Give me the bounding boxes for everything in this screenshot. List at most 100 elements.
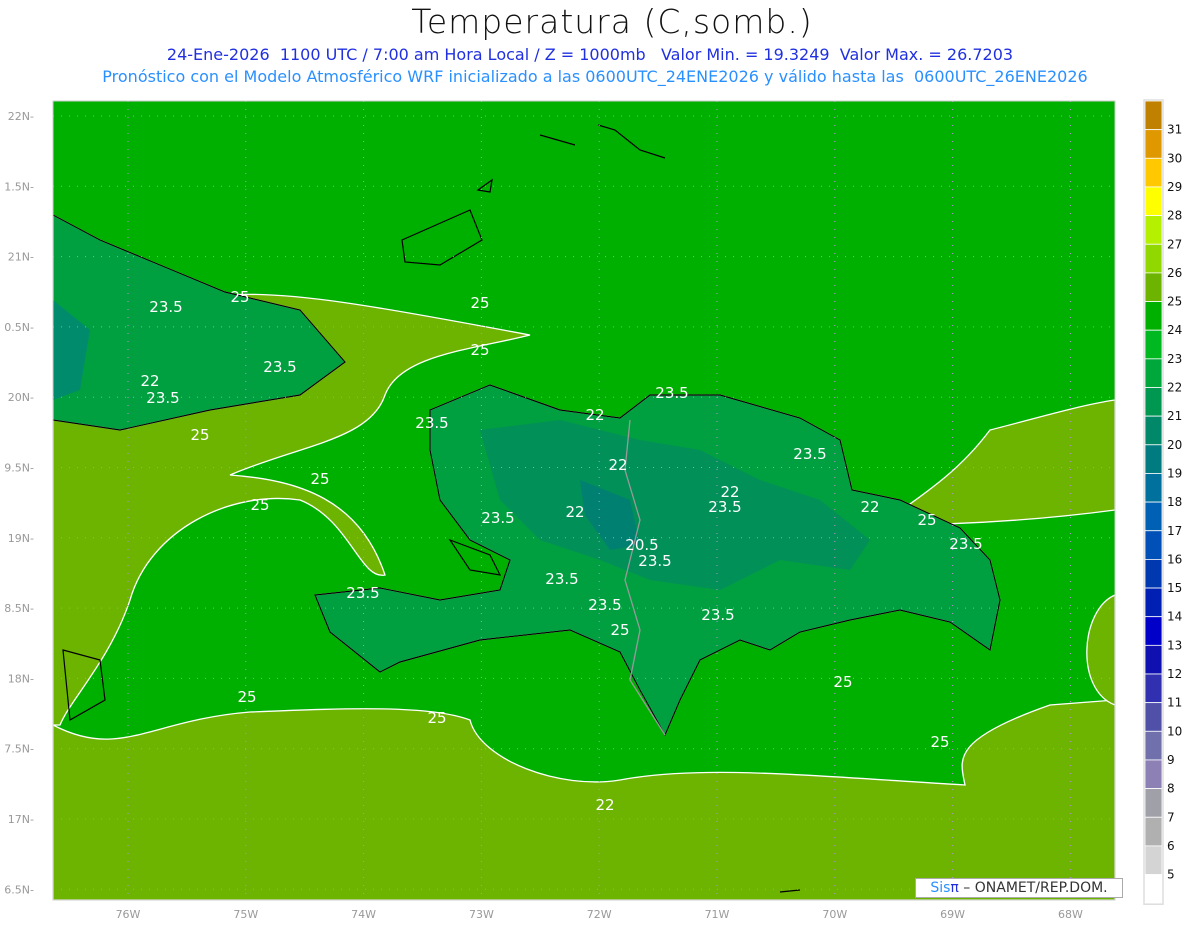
contour-label: 23.5	[149, 298, 182, 316]
colorbar: 31 30 29 28 27 26 25 24 23 22 21 20 19 18 17 16 15 14 13 12…	[1143, 99, 1182, 905]
contour-label: 23.5	[588, 596, 621, 614]
colorbar-label: 10	[1167, 724, 1182, 738]
colorbar-label: 29	[1167, 180, 1182, 194]
contour-label: 25	[470, 294, 489, 312]
contour-label: 23.5	[793, 445, 826, 463]
colorbar-label: 11	[1167, 696, 1182, 710]
contour-label: 23.5	[415, 414, 448, 432]
contour-label: 23.5	[481, 509, 514, 527]
lat-tick-label: 20N	[8, 391, 30, 404]
contour-label: 22	[565, 503, 584, 521]
colorbar-swatch	[1144, 415, 1163, 446]
colorbar-swatch	[1144, 530, 1163, 560]
map-title: Temperatura (C,somb.)	[411, 2, 813, 41]
valid-time-subtitle: 24-Ene-2026 1100 UTC / 7:00 am Hora Loca…	[166, 45, 1014, 64]
colorbar-swatch	[1144, 215, 1163, 245]
lon-tick-label: 69W	[940, 908, 965, 921]
contour-label: 22	[860, 498, 879, 516]
lat-tick-label: 17N	[8, 813, 30, 826]
lat-tick-mark: -	[30, 180, 34, 193]
contour-label: 23.5	[638, 552, 671, 570]
colorbar-label: 16	[1167, 552, 1182, 566]
colorbar-swatch	[1144, 272, 1163, 302]
colorbar-label: 26	[1167, 266, 1182, 280]
contour-label: 23.5	[346, 584, 379, 602]
temperature-map: 2523.5 25252223.523.52523.5252523.5222223…	[4, 99, 1182, 921]
lat-tick-label: 6.5N	[4, 883, 30, 896]
lat-tick-mark: -	[30, 462, 34, 475]
colorbar-swatch	[1144, 329, 1163, 360]
lat-tick-label: 8.5N	[4, 602, 30, 615]
lat-tick-mark: -	[30, 602, 34, 615]
contour-label: 23.5	[146, 389, 179, 407]
colorbar-swatch	[1144, 243, 1163, 274]
lon-tick-label: 70W	[822, 908, 847, 921]
lon-tick-label: 71W	[705, 908, 730, 921]
contour-label: 22	[608, 456, 627, 474]
colorbar-swatch	[1144, 157, 1163, 188]
colorbar-swatch	[1144, 444, 1163, 474]
colorbar-swatch	[1144, 473, 1163, 503]
colorbar-swatch	[1144, 186, 1163, 216]
contour-label: 25	[930, 733, 949, 751]
sispi-logo-sis: Sis	[930, 880, 951, 896]
colorbar-label: 24	[1167, 323, 1182, 337]
colorbar-swatch	[1144, 845, 1163, 875]
colorbar-swatch	[1144, 301, 1163, 331]
colorbar-label: 22	[1167, 381, 1182, 395]
model-info-subtitle: Pronóstico con el Modelo Atmosférico WRF…	[102, 67, 1088, 86]
colorbar-swatch	[1144, 100, 1163, 131]
lat-tick-label: 1.5N	[4, 180, 30, 193]
lon-tick-label: 68W	[1058, 908, 1083, 921]
colorbar-label: 21	[1167, 409, 1182, 423]
contour-label: 25	[427, 709, 446, 727]
colorbar-swatch	[1144, 559, 1163, 589]
colorbar-swatch	[1144, 387, 1163, 417]
colorbar-swatch	[1144, 759, 1163, 790]
colorbar-label: 9	[1167, 753, 1175, 767]
lat-tick-mark: -	[30, 883, 34, 896]
colorbar-swatch	[1144, 644, 1163, 675]
colorbar-label: 25	[1167, 295, 1182, 309]
lon-tick-label: 73W	[469, 908, 494, 921]
map-field: 2523.5 25252223.523.52523.5252523.5222223…	[53, 101, 1115, 900]
lat-tick-mark: -	[30, 321, 34, 334]
colorbar-swatch	[1144, 616, 1163, 646]
lon-tick-label: 76W	[116, 908, 141, 921]
colorbar-label: 8	[1167, 782, 1175, 796]
lat-tick-mark: -	[30, 251, 34, 264]
colorbar-label: 27	[1167, 237, 1182, 251]
credit-box: Sisπ – ONAMET/REP.DOM.	[915, 878, 1123, 898]
contour-label: 25	[230, 288, 249, 306]
colorbar-label: 5	[1167, 868, 1175, 882]
colorbar-label: 7	[1167, 810, 1175, 824]
contour-label: 25	[470, 341, 489, 359]
colorbar-swatch	[1144, 358, 1163, 388]
colorbar-swatch	[1144, 874, 1163, 904]
colorbar-label: 31	[1167, 123, 1182, 137]
colorbar-label: 13	[1167, 638, 1182, 652]
lat-tick-label: 21N	[8, 251, 30, 264]
colorbar-label: 18	[1167, 495, 1182, 509]
lat-tick-mark: -	[30, 813, 34, 826]
credit-text: – ONAMET/REP.DOM.	[958, 880, 1108, 896]
colorbar-label: 30	[1167, 151, 1182, 165]
lat-tick-mark: -	[30, 110, 34, 123]
colorbar-swatch	[1144, 730, 1163, 761]
contour-label: 25	[237, 688, 256, 706]
colorbar-swatch	[1144, 816, 1163, 847]
colorbar-swatch	[1144, 702, 1163, 732]
colorbar-swatch	[1144, 788, 1163, 818]
contour-label: 25	[190, 426, 209, 444]
lat-tick-mark: -	[30, 391, 34, 404]
contour-label: 23.5	[701, 606, 734, 624]
lat-tick-label: 22N	[8, 110, 30, 123]
contour-label: 23.5	[708, 498, 741, 516]
colorbar-label: 19	[1167, 466, 1182, 480]
lon-tick-label: 75W	[233, 908, 258, 921]
colorbar-label: 28	[1167, 209, 1182, 223]
contour-label: 22	[140, 372, 159, 390]
contour-label: 25	[833, 673, 852, 691]
colorbar-label: 6	[1167, 839, 1175, 853]
colorbar-label: 17	[1167, 524, 1182, 538]
